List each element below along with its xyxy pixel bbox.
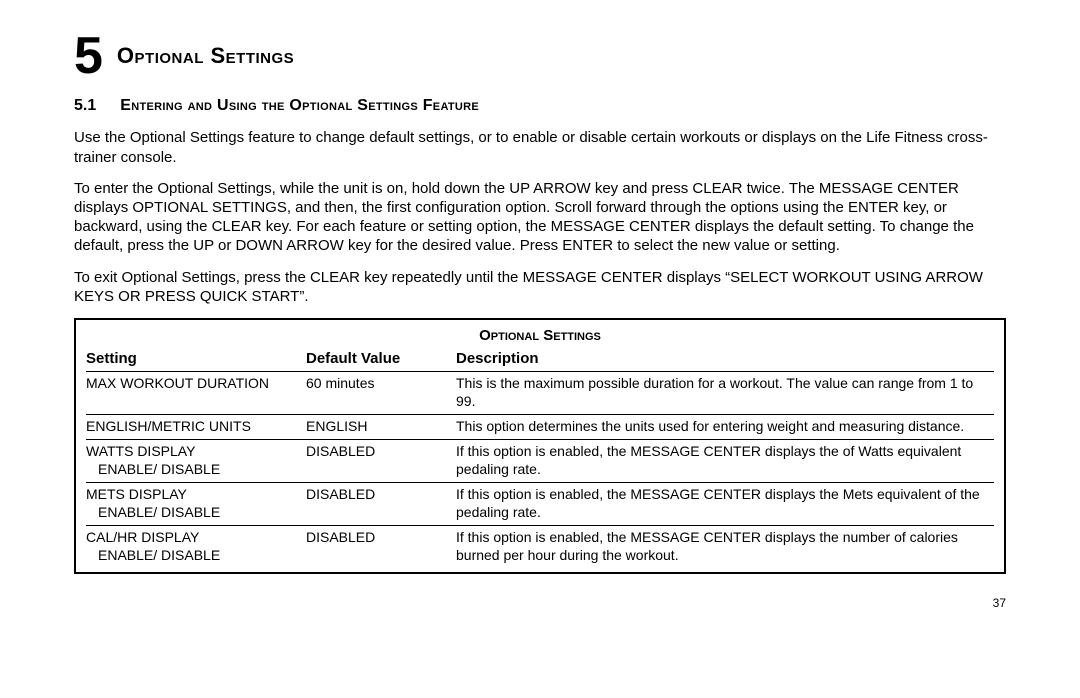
setting-subline: ENABLE/ DISABLE — [86, 461, 306, 479]
table-row: METS DISPLAY ENABLE/ DISABLE DISABLED If… — [86, 482, 994, 525]
cell-setting: MAX WORKOUT DURATION — [86, 375, 306, 411]
body-paragraph: Use the Optional Settings feature to cha… — [74, 128, 1006, 166]
cell-default: 60 minutes — [306, 375, 456, 411]
setting-subline: ENABLE/ DISABLE — [86, 547, 306, 565]
setting-name: ENGLISH/METRIC UNITS — [86, 418, 306, 436]
body-paragraph: To enter the Optional Settings, while th… — [74, 179, 1006, 256]
cell-description: If this option is enabled, the MESSAGE C… — [456, 486, 994, 522]
setting-name: WATTS DISPLAY — [86, 443, 306, 461]
header-default: Default Value — [306, 349, 456, 368]
header-description: Description — [456, 349, 994, 368]
cell-default: DISABLED — [306, 529, 456, 565]
table-row: MAX WORKOUT DURATION 60 minutes This is … — [86, 371, 994, 414]
chapter-title: Optional Settings — [117, 42, 294, 70]
cell-setting: CAL/HR DISPLAY ENABLE/ DISABLE — [86, 529, 306, 565]
setting-name: METS DISPLAY — [86, 486, 306, 504]
cell-setting: ENGLISH/METRIC UNITS — [86, 418, 306, 436]
page-number: 37 — [74, 596, 1006, 611]
section-heading: 5.1 Entering and Using the Optional Sett… — [74, 96, 1006, 116]
cell-setting: WATTS DISPLAY ENABLE/ DISABLE — [86, 443, 306, 479]
cell-description: If this option is enabled, the MESSAGE C… — [456, 443, 994, 479]
setting-subline: ENABLE/ DISABLE — [86, 504, 306, 522]
cell-description: This option determines the units used fo… — [456, 418, 994, 436]
table-row: ENGLISH/METRIC UNITS ENGLISH This option… — [86, 414, 994, 439]
optional-settings-table: Optional Settings Setting Default Value … — [74, 318, 1006, 574]
table-header-row: Setting Default Value Description — [86, 349, 994, 371]
cell-setting: METS DISPLAY ENABLE/ DISABLE — [86, 486, 306, 522]
header-setting: Setting — [86, 349, 306, 368]
section-number: 5.1 — [74, 96, 96, 116]
body-paragraph: To exit Optional Settings, press the CLE… — [74, 268, 1006, 306]
cell-description: This is the maximum possible duration fo… — [456, 375, 994, 411]
table-title: Optional Settings — [86, 324, 994, 349]
cell-description: If this option is enabled, the MESSAGE C… — [456, 529, 994, 565]
table-row: WATTS DISPLAY ENABLE/ DISABLE DISABLED I… — [86, 439, 994, 482]
cell-default: DISABLED — [306, 486, 456, 522]
cell-default: DISABLED — [306, 443, 456, 479]
section-title: Entering and Using the Optional Settings… — [120, 96, 479, 116]
cell-default: ENGLISH — [306, 418, 456, 436]
chapter-heading: 5 Optional Settings — [74, 30, 1006, 82]
setting-name: MAX WORKOUT DURATION — [86, 375, 306, 393]
chapter-number: 5 — [74, 30, 103, 82]
table-row: CAL/HR DISPLAY ENABLE/ DISABLE DISABLED … — [86, 525, 994, 568]
setting-name: CAL/HR DISPLAY — [86, 529, 306, 547]
